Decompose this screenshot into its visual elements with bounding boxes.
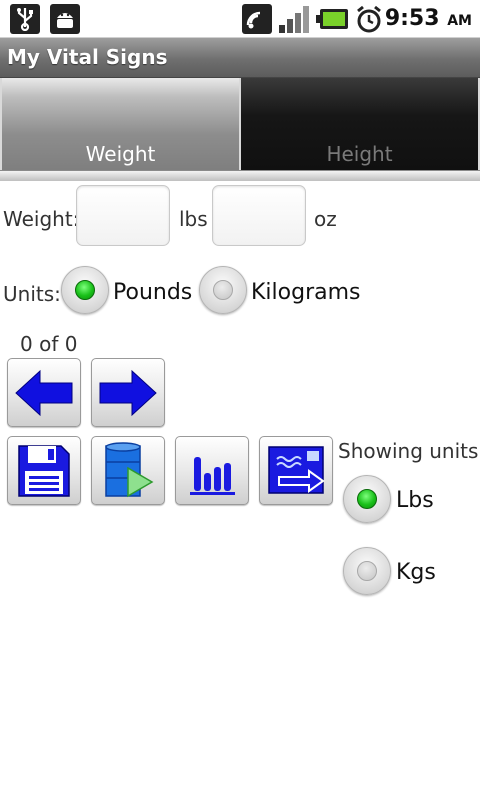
wifi-icon <box>242 4 272 34</box>
signal-icon <box>278 4 312 34</box>
floppy-disk-icon <box>18 444 70 497</box>
showing-units-label: Showing units <box>338 439 479 463</box>
tab-weight-label: Weight <box>85 142 156 166</box>
export-button[interactable] <box>259 436 333 505</box>
weight-label: Weight: <box>3 207 80 231</box>
previous-button[interactable] <box>7 358 81 427</box>
database-icon <box>105 441 154 497</box>
lbs-radio[interactable] <box>343 475 391 523</box>
status-bar: 9:53 AM <box>0 0 480 38</box>
lbs-input[interactable] <box>76 185 170 246</box>
database-button[interactable] <box>91 436 165 505</box>
tab-underline <box>0 170 480 181</box>
android-debug-icon <box>50 4 80 34</box>
tab-height-label: Height <box>326 142 393 166</box>
tab-bar: Weight Height <box>0 78 480 172</box>
lbs-radio-label[interactable]: Lbs <box>396 488 434 513</box>
export-icon <box>268 445 325 494</box>
oz-unit-label: oz <box>314 207 337 231</box>
tab-height[interactable]: Height <box>241 78 478 172</box>
lbs-unit-label: lbs <box>179 207 208 231</box>
kilograms-radio[interactable] <box>199 266 247 314</box>
app-title: My Vital Signs <box>7 45 168 69</box>
chart-button[interactable] <box>175 436 249 505</box>
app-title-bar: My Vital Signs <box>0 38 480 78</box>
usb-icon <box>10 4 40 34</box>
save-button[interactable] <box>7 436 81 505</box>
alarm-clock-icon <box>354 4 384 34</box>
arrow-right-icon <box>99 369 157 416</box>
kgs-radio-label[interactable]: Kgs <box>396 560 436 585</box>
status-time: 9:53 AM <box>384 6 472 31</box>
next-button[interactable] <box>91 358 165 427</box>
record-counter: 0 of 0 <box>20 332 78 356</box>
units-label: Units: <box>3 282 61 306</box>
battery-icon <box>316 4 350 34</box>
kgs-radio[interactable] <box>343 547 391 595</box>
pounds-radio[interactable] <box>61 266 109 314</box>
bar-chart-icon <box>190 456 235 495</box>
kilograms-label[interactable]: Kilograms <box>251 280 361 305</box>
tab-weight[interactable]: Weight <box>2 78 239 172</box>
oz-input[interactable] <box>212 185 306 246</box>
pounds-label[interactable]: Pounds <box>113 280 192 305</box>
arrow-left-icon <box>15 369 73 416</box>
